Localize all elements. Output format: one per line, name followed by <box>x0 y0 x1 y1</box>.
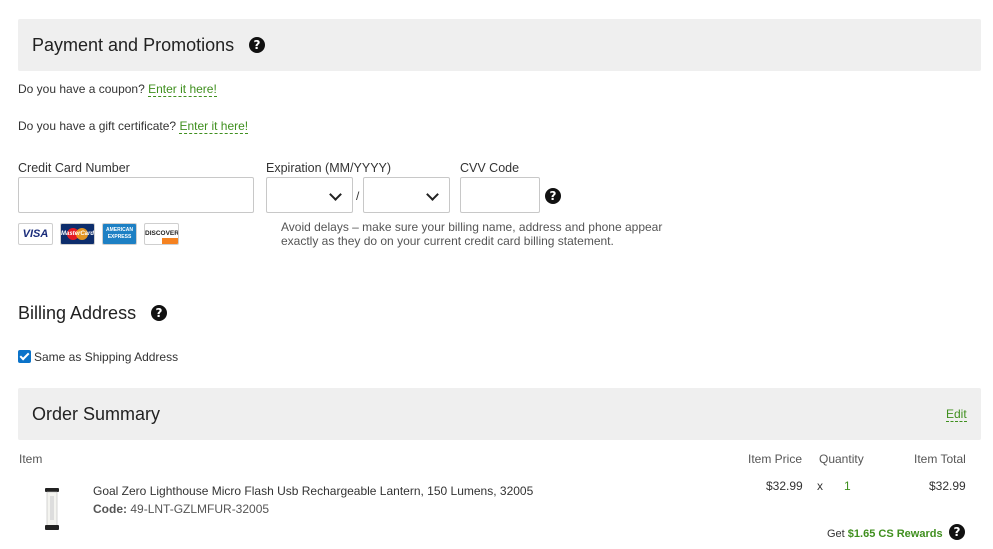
product-image[interactable] <box>30 486 74 532</box>
expiration-year-select[interactable] <box>363 177 450 213</box>
coupon-link[interactable]: Enter it here! <box>148 82 217 97</box>
column-item-price: Item Price <box>748 452 803 466</box>
product-name[interactable]: Goal Zero Lighthouse Micro Flash Usb Rec… <box>93 484 533 498</box>
visa-card-icon: VISA <box>18 223 53 245</box>
quantity-times: x <box>817 479 823 493</box>
mastercard-card-icon: MasterCard <box>60 223 95 245</box>
product-code: 49-LNT-GZLMFUR-32005 <box>130 502 270 516</box>
item-total: $32.99 <box>929 479 966 493</box>
rewards-value: $1.65 CS Rewards <box>847 528 943 540</box>
billing-title: Billing Address <box>18 303 137 323</box>
expiration-label: Expiration (MM/YYYY) <box>266 161 392 175</box>
amex-card-icon: AMERICAN EXPRESS <box>102 223 137 245</box>
coupon-text: Do you have a coupon? <box>18 82 145 96</box>
cvv-input[interactable] <box>460 177 540 213</box>
expiration-month-select[interactable] <box>266 177 353 213</box>
gift-certificate-text: Do you have a gift certificate? <box>18 119 177 133</box>
column-item-total: Item Total <box>914 452 966 466</box>
help-icon[interactable]: ? <box>249 37 265 53</box>
item-price: $32.99 <box>766 479 803 493</box>
gift-certificate-row: Do you have a gift certificate? Enter it… <box>18 119 249 134</box>
credit-card-label: Credit Card Number <box>18 161 130 175</box>
billing-note: Avoid delays – make sure your billing na… <box>281 220 663 248</box>
payment-title: Payment and Promotions <box>32 35 235 55</box>
order-summary-title: Order Summary <box>32 404 161 424</box>
credit-card-input[interactable] <box>18 177 254 213</box>
same-as-shipping-label[interactable]: Same as Shipping Address <box>34 350 178 364</box>
rewards-row: Get $1.65 CS Rewards <box>827 528 943 540</box>
item-quantity: 1 <box>844 479 851 493</box>
same-as-shipping-checkbox[interactable] <box>18 350 31 363</box>
column-quantity: Quantity <box>819 452 864 466</box>
rewards-help-icon[interactable]: ? <box>949 524 965 540</box>
chevron-down-icon <box>426 188 439 201</box>
order-summary-header: Order Summary Edit <box>18 388 981 440</box>
edit-link[interactable]: Edit <box>946 407 967 422</box>
cvv-help-icon[interactable]: ? <box>545 188 561 204</box>
billing-help-icon[interactable]: ? <box>151 305 167 321</box>
chevron-down-icon <box>329 188 342 201</box>
expiration-separator: / <box>356 189 360 203</box>
coupon-row: Do you have a coupon? Enter it here! <box>18 82 217 97</box>
cvv-label: CVV Code <box>460 161 520 175</box>
product-code-row: Code: 49-LNT-GZLMFUR-32005 <box>93 502 269 516</box>
product-code-label: Code: <box>93 502 127 516</box>
rewards-prefix: Get <box>827 528 845 540</box>
discover-card-icon: DISCOVER <box>144 223 179 245</box>
gift-certificate-link[interactable]: Enter it here! <box>179 119 249 134</box>
payment-section-header: Payment and Promotions ? <box>18 19 981 71</box>
column-item: Item <box>19 452 43 466</box>
